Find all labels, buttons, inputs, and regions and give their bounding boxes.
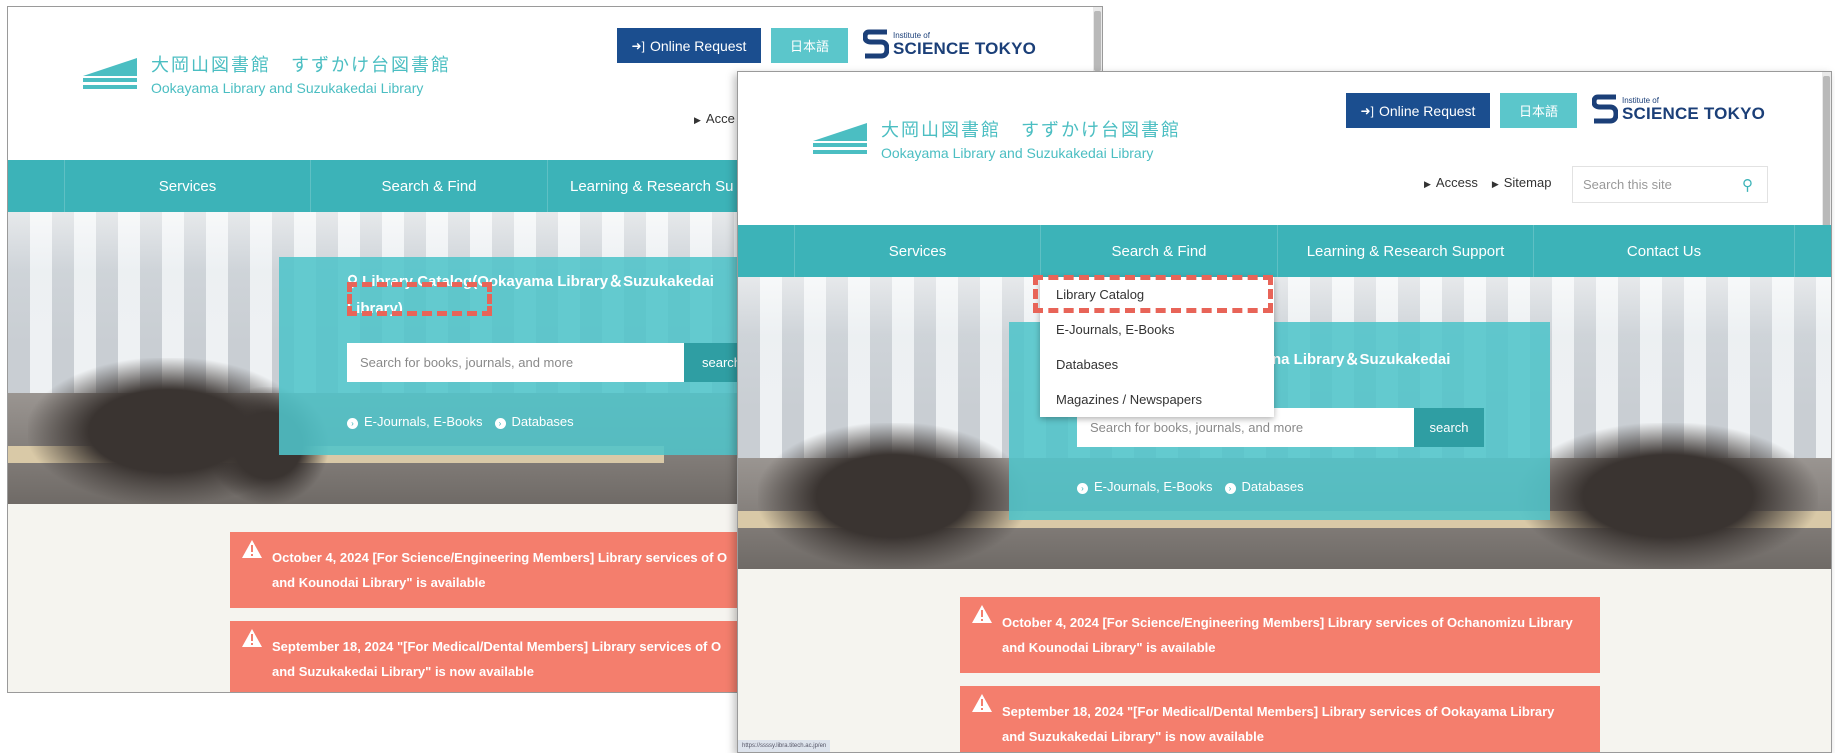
caret-right-icon: ▶ — [694, 115, 701, 125]
nav-services[interactable]: Services — [794, 225, 1040, 277]
databases-link[interactable]: › Databases — [1224, 479, 1304, 494]
utility-links: ▶ Access ▶ Sitemap — [1424, 175, 1551, 190]
chevron-circle-icon: › — [347, 418, 358, 429]
warning-icon — [972, 605, 992, 623]
access-link[interactable]: ▶ Access — [1424, 175, 1478, 190]
chevron-circle-icon: › — [494, 418, 506, 429]
utility-links: ▶ Acce — [694, 111, 735, 126]
nav-search-find[interactable]: Search & Find — [310, 160, 547, 212]
logo-japanese-text: 大岡山図書館 すずかけ台図書館 — [151, 55, 451, 76]
site-logo[interactable]: 大岡山図書館 すずかけ台図書館 Ookayama Library and Suz… — [811, 116, 1181, 161]
status-bar-url: https://ssssy.libra.titech.ac.jp/en — [738, 740, 831, 752]
ejournals-link[interactable]: › E-Journals, E-Books — [1077, 479, 1213, 494]
nav-contact[interactable]: Contact Us — [1533, 225, 1794, 277]
search-icon[interactable]: ⚲ — [1742, 176, 1753, 194]
logo-japanese-text: 大岡山図書館 すずかけ台図書館 — [881, 120, 1181, 141]
sign-in-icon: ➜] — [631, 38, 645, 53]
panel-title: na Library＆Suzukakedai — [1272, 351, 1451, 368]
catalog-search-button[interactable]: search — [1414, 408, 1484, 447]
chevron-circle-icon: › — [1224, 483, 1236, 494]
chevron-circle-icon: › — [1077, 483, 1088, 494]
library-logo-icon — [83, 57, 137, 89]
online-request-button[interactable]: ➜] Online Request — [617, 28, 761, 63]
caret-right-icon: ▶ — [1424, 179, 1431, 189]
dropdown-item-databases[interactable]: Databases — [1040, 347, 1274, 382]
notice-area: October 4, 2024 [For Science/Engineering… — [738, 569, 1831, 752]
access-link[interactable]: ▶ Acce — [694, 111, 735, 126]
dropdown-item-magazines[interactable]: Magazines / Newspapers — [1040, 382, 1274, 417]
nav-search-find[interactable]: Search & Find — [1040, 225, 1277, 277]
online-request-button[interactable]: ➜] Online Request — [1346, 93, 1490, 128]
library-logo-icon — [813, 122, 867, 154]
science-tokyo-emblem-icon — [863, 29, 889, 59]
panel-links: › E-Journals, E-Books › Databases — [347, 414, 574, 429]
panel-links: › E-Journals, E-Books › Databases — [1077, 479, 1304, 494]
caret-right-icon: ▶ — [1491, 179, 1499, 189]
highlight-library-catalog — [1033, 275, 1273, 313]
highlight-library-catalog — [347, 282, 492, 316]
sign-in-icon: ➜] — [1360, 103, 1374, 118]
notice-item[interactable]: September 18, 2024 "[For Medical/Dental … — [960, 686, 1600, 752]
warning-icon — [242, 540, 262, 558]
japanese-language-button[interactable]: 日本語 — [771, 28, 848, 63]
sitemap-link[interactable]: ▶ Sitemap — [1492, 175, 1552, 190]
nav-learning-research[interactable]: Learning & Research Support — [1277, 225, 1533, 277]
ejournals-link[interactable]: › E-Journals, E-Books — [347, 414, 483, 429]
screenshot-after: 大岡山図書館 すずかけ台図書館 Ookayama Library and Suz… — [737, 71, 1832, 753]
nav-services[interactable]: Services — [64, 160, 310, 212]
site-logo[interactable]: 大岡山図書館 すずかけ台図書館 Ookayama Library and Suz… — [81, 51, 451, 96]
warning-icon — [972, 694, 992, 712]
main-nav: Services Search & Find Learning & Resear… — [738, 225, 1831, 277]
japanese-language-button[interactable]: 日本語 — [1500, 93, 1577, 128]
science-tokyo-emblem-icon — [1592, 94, 1618, 124]
catalog-search-input[interactable]: Search for books, journals, and more — [347, 343, 684, 382]
logo-english-text: Ookayama Library and Suzukakedai Library — [881, 145, 1154, 161]
site-search-input[interactable]: Search this site ⚲ — [1572, 166, 1768, 203]
databases-link[interactable]: › Databases — [494, 414, 574, 429]
warning-icon — [242, 629, 262, 647]
dropdown-item-ejournals[interactable]: E-Journals, E-Books — [1040, 312, 1274, 347]
logo-english-text: Ookayama Library and Suzukakedai Library — [151, 80, 424, 96]
notice-item[interactable]: October 4, 2024 [For Science/Engineering… — [960, 597, 1600, 673]
science-tokyo-logo[interactable]: Institute of SCIENCE TOKYO — [863, 29, 1036, 59]
science-tokyo-logo[interactable]: Institute of SCIENCE TOKYO — [1592, 94, 1765, 124]
